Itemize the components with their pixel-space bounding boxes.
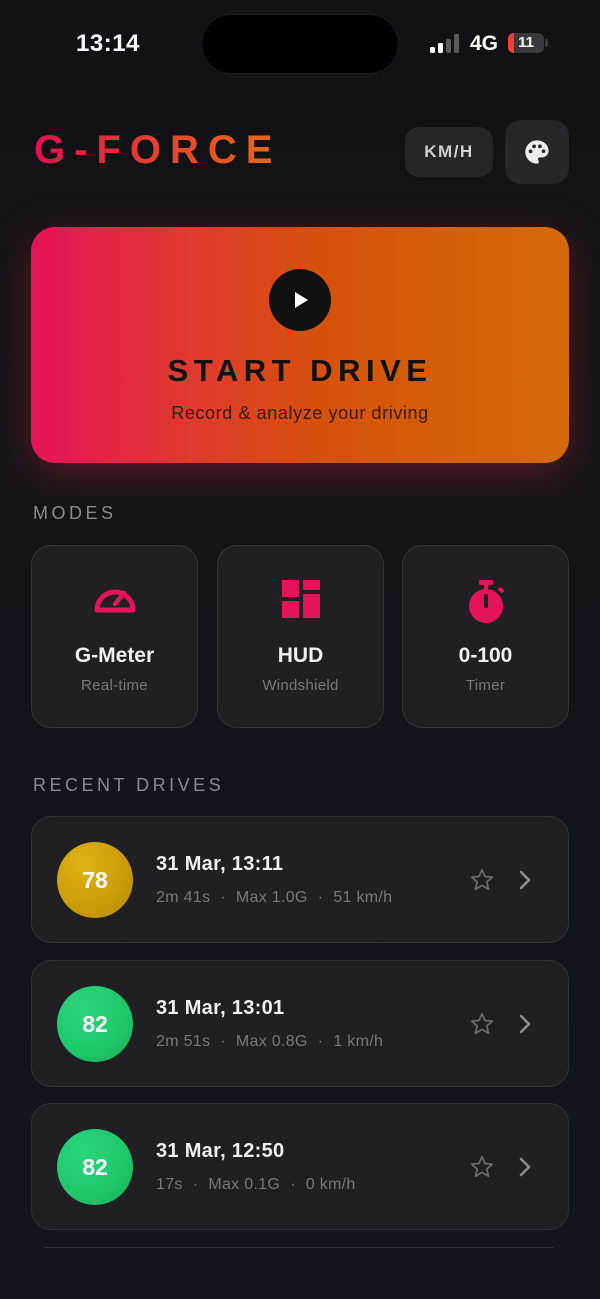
mode-label: HUD xyxy=(277,644,324,667)
mode-g-meter[interactable]: G-Meter Real-time xyxy=(31,545,198,728)
mode-sub: Real-time xyxy=(81,677,148,694)
status-time: 13:14 xyxy=(76,30,140,57)
star-icon[interactable] xyxy=(469,867,495,893)
drive-speed: 51 km/h xyxy=(333,889,393,906)
mode-label: 0-100 xyxy=(458,644,513,667)
separator: · xyxy=(220,889,226,906)
drive-meta: 2m 41s · Max 1.0G · 51 km/h xyxy=(156,889,392,907)
start-drive-play-button[interactable] xyxy=(269,269,331,331)
star-icon[interactable] xyxy=(469,1011,495,1037)
stopwatch-icon xyxy=(468,580,504,623)
separator: · xyxy=(290,1176,296,1193)
mode-sub: Timer xyxy=(465,677,506,694)
divider xyxy=(44,1247,554,1248)
start-drive-card[interactable]: START DRIVE Record & analyze your drivin… xyxy=(31,227,569,463)
battery-icon: 11 xyxy=(508,33,544,53)
drive-max-g: Max 0.8G xyxy=(235,1033,308,1050)
drive-row[interactable]: 82 31 Mar, 13:01 2m 51s · Max 0.8G · 1 km/h xyxy=(31,960,569,1087)
grid-icon xyxy=(281,580,320,618)
separator: · xyxy=(317,889,324,906)
app-logo: G-FORCE xyxy=(34,128,282,172)
drive-row[interactable]: 82 31 Mar, 12:50 17s · Max 0.1G · 0 km/h xyxy=(31,1103,569,1230)
chevron-right-icon xyxy=(519,1014,531,1034)
drive-max-g: Max 1.0G xyxy=(235,889,308,906)
separator: · xyxy=(192,1176,199,1193)
start-drive-subtitle: Record & analyze your driving xyxy=(171,403,429,423)
modes-section-title: MODES xyxy=(33,503,117,523)
drive-speed: 0 km/h xyxy=(305,1176,356,1193)
theme-button[interactable] xyxy=(505,120,569,184)
drive-date: 31 Mar, 13:11 xyxy=(156,853,284,875)
star-icon[interactable] xyxy=(469,1154,495,1180)
separator: · xyxy=(220,1033,226,1050)
play-icon xyxy=(295,292,308,308)
mode-0-100[interactable]: 0-100 Timer xyxy=(402,545,569,728)
battery-level: 11 xyxy=(518,34,534,51)
drive-max-g: Max 0.1G xyxy=(208,1176,281,1193)
battery-tip xyxy=(545,39,548,47)
mode-sub: Windshield xyxy=(262,677,339,694)
dynamic-island xyxy=(201,14,399,74)
drive-speed: 1 km/h xyxy=(333,1033,384,1050)
chevron-right-icon xyxy=(519,870,531,890)
drive-score: 78 xyxy=(57,842,133,918)
mode-hud[interactable]: HUD Windshield xyxy=(217,545,384,728)
unit-toggle-button[interactable]: KM/H xyxy=(405,127,493,177)
start-drive-title: START DRIVE xyxy=(167,353,433,388)
drive-score: 82 xyxy=(57,986,133,1062)
mode-label: G-Meter xyxy=(74,644,155,667)
drive-date: 31 Mar, 13:01 xyxy=(156,997,285,1019)
drive-duration: 2m 41s xyxy=(156,889,211,906)
palette-icon xyxy=(525,140,549,164)
drive-score: 82 xyxy=(57,1129,133,1205)
drive-row[interactable]: 78 31 Mar, 13:11 2m 41s · Max 1.0G · 51 km/h xyxy=(31,816,569,943)
signal-icon xyxy=(430,33,462,53)
status-bar: 13:14 4G 11 xyxy=(0,0,600,90)
drive-date: 31 Mar, 12:50 xyxy=(156,1140,285,1162)
drive-duration: 2m 51s xyxy=(156,1033,211,1050)
speedometer-icon xyxy=(94,589,135,613)
chevron-right-icon xyxy=(519,1157,531,1177)
drive-duration: 17s xyxy=(156,1176,183,1193)
recent-drives-section-title: RECENT DRIVES xyxy=(33,775,225,795)
drive-meta: 2m 51s · Max 0.8G · 1 km/h xyxy=(156,1033,383,1051)
separator: · xyxy=(317,1033,324,1050)
drive-meta: 17s · Max 0.1G · 0 km/h xyxy=(156,1176,356,1194)
network-type: 4G xyxy=(470,32,499,55)
